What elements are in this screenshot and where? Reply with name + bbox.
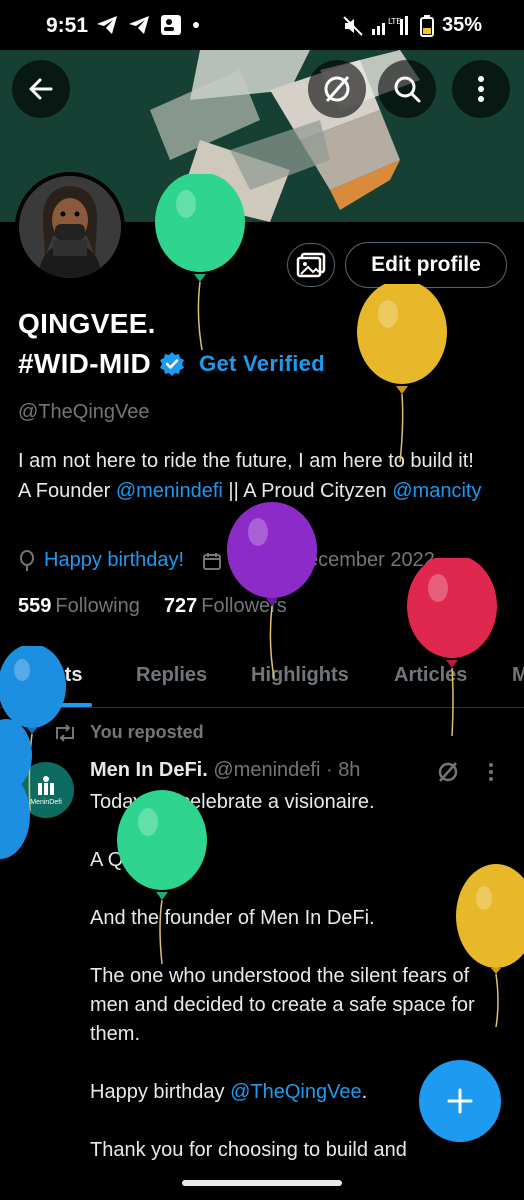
tab-highlights[interactable]: Highlights [251, 664, 349, 687]
following-count: 559 [18, 595, 52, 617]
grok-slash-icon [324, 76, 350, 102]
post-text: . [361, 1081, 368, 1103]
men-in-defi-logo-icon [38, 775, 54, 795]
bio-mention-menindefi[interactable]: @menindefi [116, 480, 223, 502]
post-paragraph: And the founder of Men In DeFi. [90, 907, 375, 929]
telegram-icon [129, 16, 149, 34]
following-link[interactable]: 559 Following [18, 595, 140, 618]
back-button[interactable] [12, 60, 70, 118]
tab-posts[interactable]: Posts [28, 664, 82, 687]
joined-date: Joined December 2022 [228, 549, 435, 571]
post-paragraph: Thank you for choosing to build and [90, 1139, 407, 1161]
verified-badge-icon [160, 352, 185, 376]
display-name-line2: #WID-MID Get Verified [18, 348, 325, 380]
reposted-label: You reposted [90, 722, 204, 742]
avatar-brand-text: MeninDefi [30, 798, 62, 806]
contact-card-icon [161, 15, 181, 35]
balloon-yellow [357, 284, 447, 463]
post-time: 8h [338, 759, 361, 781]
battery-percent: 35% [441, 14, 482, 36]
home-indicator[interactable] [182, 1180, 342, 1186]
bio-text: || A Proud Cityzen [222, 480, 393, 502]
repost-icon [56, 723, 74, 742]
avatar-image [19, 176, 121, 278]
compose-post-button[interactable] [419, 1060, 501, 1142]
notification-icons [96, 14, 200, 36]
following-label: Following [55, 595, 140, 617]
active-tab-indicator [28, 703, 92, 707]
status-bar: 9:51 LTE 35% [0, 0, 524, 50]
media-gallery-icon [296, 252, 326, 278]
telegram-icon [97, 16, 117, 34]
post-paragraph: A QING. [90, 849, 165, 871]
battery-icon [419, 14, 434, 37]
post-author-avatar[interactable]: MeninDefi [18, 762, 74, 818]
profile-handle: @TheQingVee [18, 401, 150, 423]
profile-meta: Happy birthday! Joined December 2022 [18, 549, 435, 572]
post-paragraph: Today we celebrate a visionaire. [90, 791, 375, 813]
profile-bio: I am not here to ride the future, I am h… [18, 446, 488, 506]
tab-replies[interactable]: Replies [136, 664, 207, 687]
post-actions [436, 760, 494, 784]
arrow-left-icon [29, 78, 53, 100]
balloon-icon [20, 549, 34, 571]
tab-articles[interactable]: Articles [394, 664, 467, 687]
system-icons: LTE 35% [342, 14, 482, 37]
media-button[interactable] [287, 243, 335, 287]
grok-slash-icon[interactable] [436, 760, 460, 784]
more-vertical-icon[interactable] [488, 762, 494, 782]
repost-context: You reposted [52, 722, 204, 743]
search-button[interactable] [378, 60, 436, 118]
post-author-handle[interactable]: @menindefi [213, 759, 320, 781]
post-author-name[interactable]: Men In DeFi. [90, 759, 208, 781]
post-paragraph: The one who understood the silent fears … [90, 965, 475, 1045]
display-name: QINGVEE. [18, 308, 156, 339]
bio-mention-mancity[interactable]: @mancity [392, 480, 481, 502]
post-author: Men In DeFi. @menindefi · 8h [90, 759, 360, 782]
plus-icon [447, 1088, 473, 1114]
profile-tabs: Posts Replies Highlights Articles M [0, 646, 524, 708]
mute-icon [343, 15, 363, 36]
svg-text:LTE: LTE [388, 17, 401, 26]
post-separator: · [325, 759, 333, 781]
calendar-icon [203, 552, 222, 570]
followers-label: Followers [201, 595, 287, 617]
get-verified-link[interactable]: Get Verified [199, 351, 325, 377]
birthday-link[interactable]: Happy birthday! [44, 549, 184, 572]
edit-profile-button[interactable]: Edit profile [345, 242, 507, 288]
follow-stats: 559 Following 727 Followers [18, 595, 287, 618]
followers-count: 727 [163, 595, 198, 617]
signal-icon: LTE [371, 15, 408, 35]
status-time: 9:51 [46, 14, 89, 37]
more-button[interactable] [452, 60, 510, 118]
followers-link[interactable]: 727 Followers [164, 595, 287, 618]
profile-avatar[interactable] [15, 172, 125, 282]
more-vertical-icon [478, 76, 484, 102]
dot-icon [193, 22, 199, 28]
post-text: Happy birthday [90, 1081, 231, 1103]
display-name-suffix: #WID-MID [18, 348, 152, 379]
tab-media[interactable]: M [512, 664, 524, 687]
search-icon [394, 76, 421, 103]
grok-button[interactable] [308, 60, 366, 118]
post-mention-theqingvee[interactable]: @TheQingVee [230, 1081, 362, 1103]
